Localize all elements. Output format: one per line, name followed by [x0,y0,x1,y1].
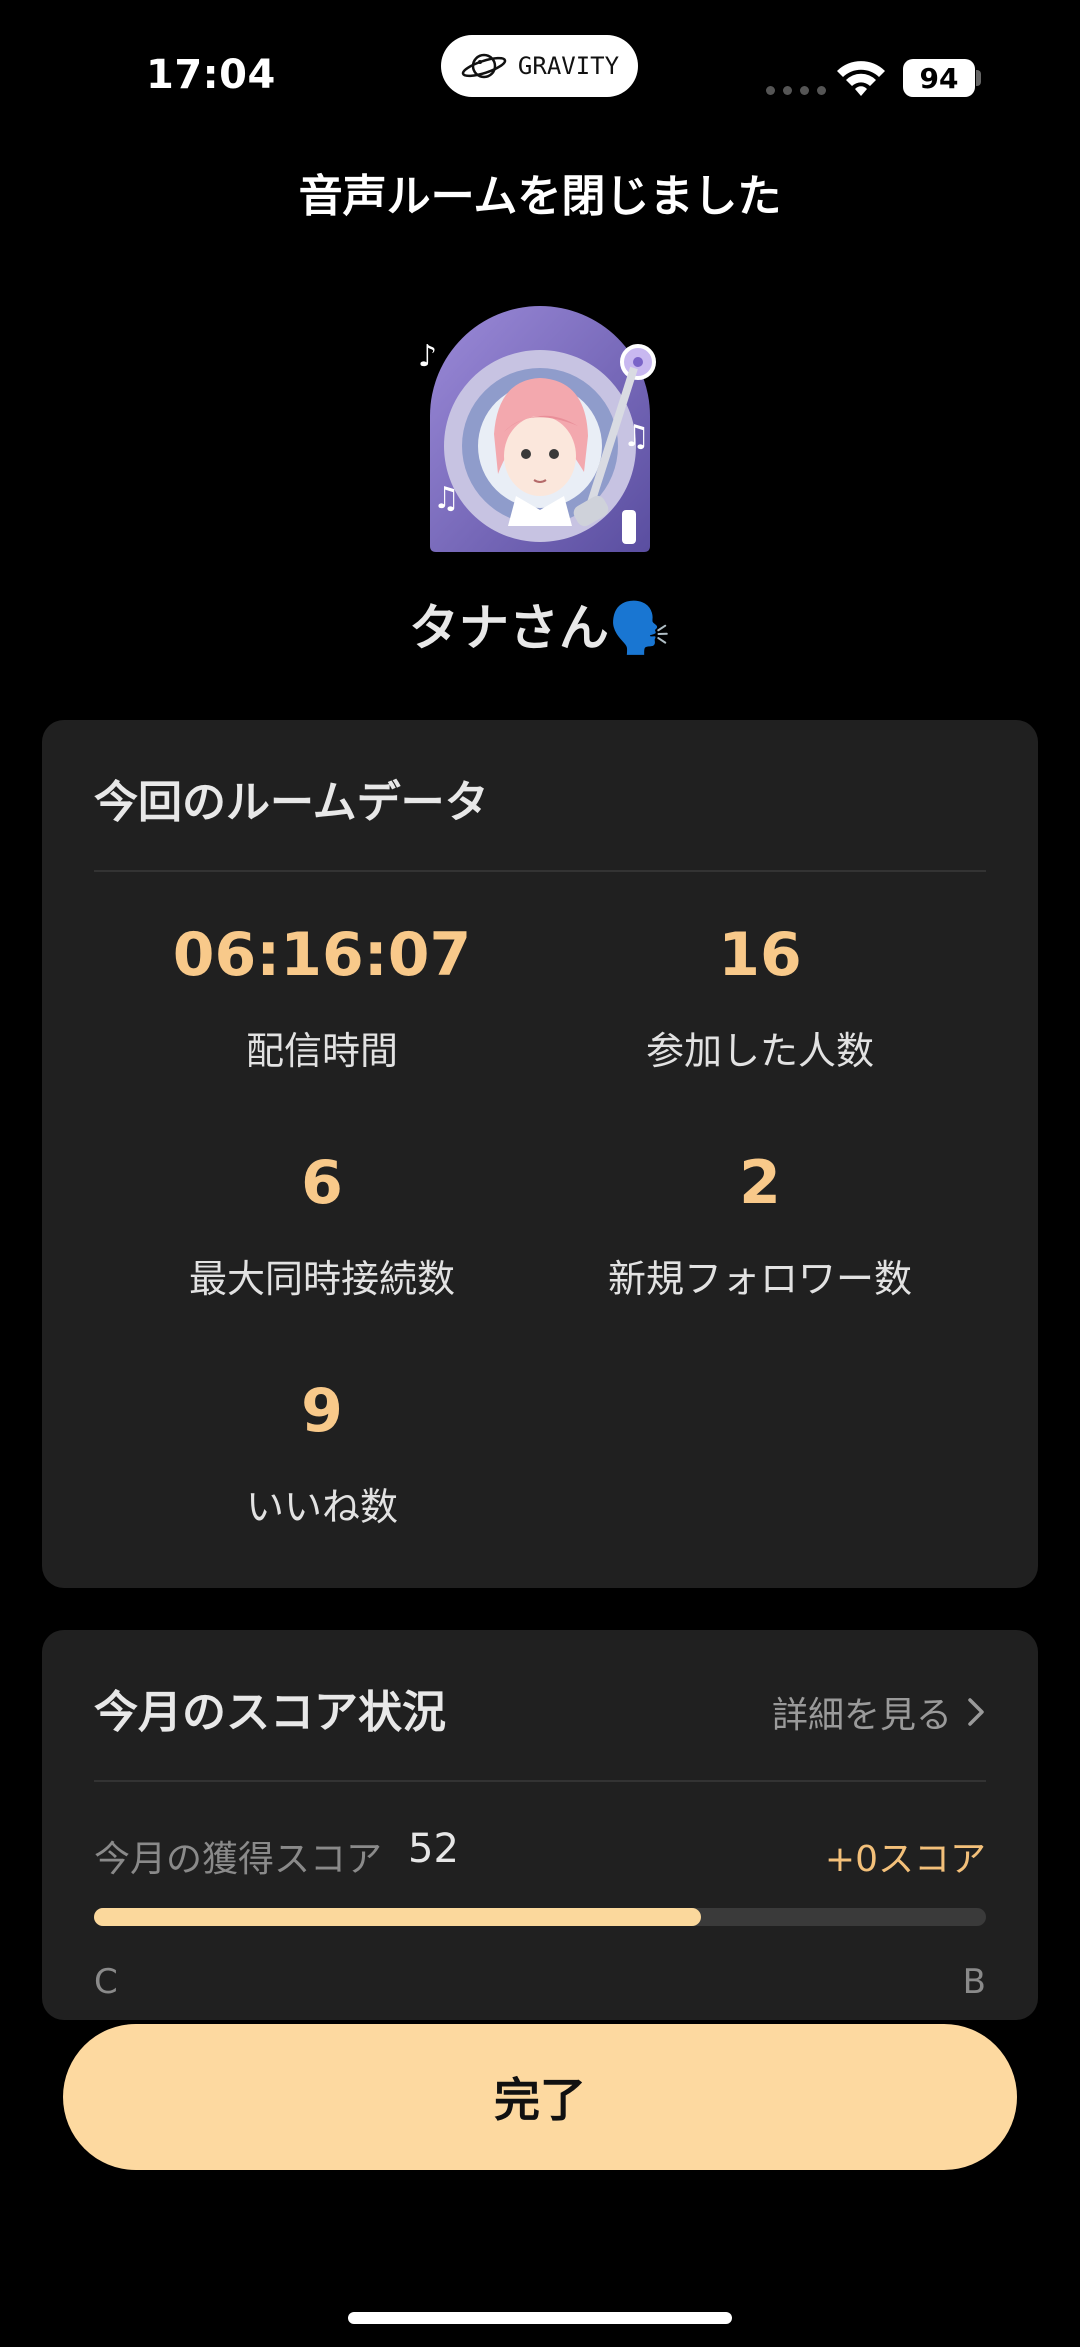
avatar[interactable]: ♪ ♫ ♫ [408,296,672,560]
stat-value: 9 [301,1376,343,1446]
earned-score-value: 52 [408,1826,459,1872]
app-pill-label: GRAVITY [517,52,620,80]
score-title: 今月のスコア状況 [94,1687,446,1738]
chevron-right-icon [968,1698,984,1726]
stat-label: 新規フォロワー数 [607,1257,912,1301]
battery-indicator: 94 [903,59,975,97]
score-progress-bar [94,1908,986,1926]
svg-text:♪: ♪ [418,339,437,374]
stat-label: 配信時間 [245,1029,398,1073]
done-button[interactable]: 完了 [63,2024,1017,2170]
stat-value: 2 [739,1148,781,1218]
svg-text:♫: ♫ [433,481,460,516]
home-indicator [348,2312,732,2324]
status-time: 17:04 [146,52,276,98]
room-data-title: 今回のルームデータ [94,777,489,828]
divider [94,870,986,872]
stat-likes: 9 いいね数 [102,1376,542,1531]
stat-value: 06:16:07 [172,920,472,990]
user-name: タナさん🗣️ [408,599,672,657]
stat-label: 最大同時接続数 [188,1257,455,1301]
grade-start: C [94,1962,118,2002]
stat-value: 6 [301,1148,343,1218]
wifi-icon [837,61,885,96]
page-title: 音声ルームを閉じました [298,171,782,222]
signal-dots-icon [766,86,826,95]
room-data-card: 今回のルームデータ 06:16:07 配信時間 16 参加した人数 6 最大同時… [42,720,1038,1588]
score-progress-fill [94,1908,701,1926]
planet-icon [461,53,507,79]
divider [94,1780,986,1782]
svg-text:♫: ♫ [623,419,650,454]
stat-broadcast-time: 06:16:07 配信時間 [102,920,542,1075]
stat-max-concurrent: 6 最大同時接続数 [102,1148,542,1303]
earned-score-label: 今月の獲得スコア [94,1839,383,1880]
score-delta: +0スコア [824,1839,986,1880]
app-pill[interactable]: GRAVITY [441,35,638,97]
stat-participants: 16 参加した人数 [540,920,980,1075]
detail-link[interactable]: 詳細を見る [772,1686,986,1738]
score-card: 今月のスコア状況 詳細を見る 今月の獲得スコア 52 +0スコア C B [42,1630,1038,2020]
stat-label: いいね数 [245,1485,398,1529]
stat-value: 16 [718,920,802,990]
grade-end: B [962,1962,986,2002]
detail-link-label: 詳細を見る [771,1695,952,1736]
stat-label: 参加した人数 [645,1029,874,1073]
stat-new-followers: 2 新規フォロワー数 [540,1148,980,1303]
battery-tip [976,70,981,86]
